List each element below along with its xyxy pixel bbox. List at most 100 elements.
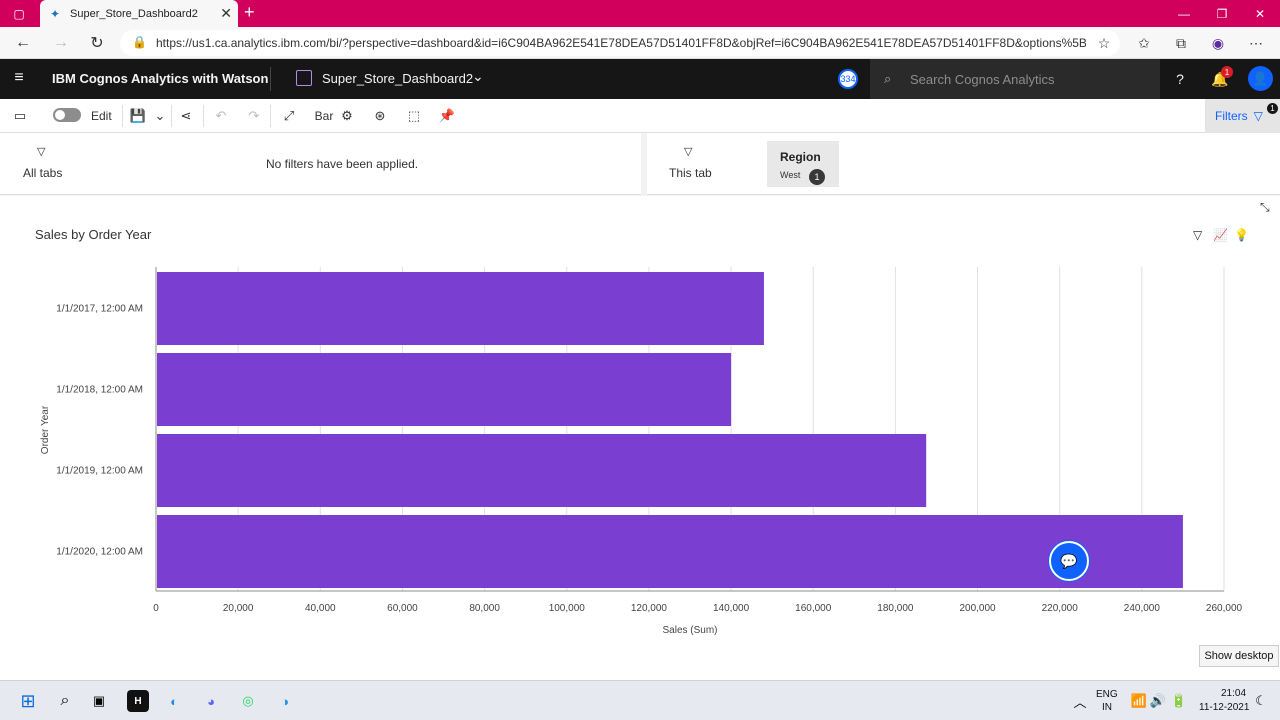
edge-icon[interactable]: ◐: [163, 690, 185, 712]
language-top[interactable]: ENG: [1096, 689, 1118, 700]
windows-start-icon[interactable]: ⊞: [17, 690, 39, 712]
refresh-icon[interactable]: ↻: [86, 32, 108, 54]
favorites-icon[interactable]: ✩: [1133, 32, 1155, 54]
filter-bar-icon[interactable]: ⚙: [337, 106, 357, 126]
x-tick-label: 40,000: [305, 603, 336, 614]
header-divider: [270, 67, 271, 91]
clock-date[interactable]: 11-12-2021: [1199, 702, 1249, 713]
y-axis-label: Order Year: [40, 405, 51, 454]
search-input[interactable]: ⌕ Search Cognos Analytics: [870, 59, 1160, 99]
x-tick-label: 80,000: [469, 603, 500, 614]
bar[interactable]: [157, 434, 927, 507]
chevron-down-icon[interactable]: ⌄: [472, 68, 484, 85]
notifications-badge: 1: [1221, 66, 1233, 78]
dashboard-toolbar: ▭ Edit 💾 ⌄ ⋖ ↶ ↷ ⤢ Bar ⚙ ⊛ ⬚ 📌 Filters ▽…: [0, 99, 1280, 133]
browser-tab-strip: ▢ ✦ Super_Store_Dashboard2 ✕ + — ❐ ✕: [0, 0, 1280, 27]
search-icon: ⌕: [884, 71, 892, 86]
filter-pane-divider[interactable]: [641, 133, 647, 195]
save-chevron-icon[interactable]: ⌄: [150, 106, 170, 126]
toolbar-divider: [203, 105, 204, 127]
language-bottom[interactable]: IN: [1102, 702, 1112, 713]
x-tick-label: 260,000: [1206, 603, 1243, 614]
x-tick-label: 220,000: [1042, 603, 1079, 614]
edit-toggle[interactable]: [53, 108, 81, 122]
back-icon[interactable]: ←: [12, 32, 34, 54]
bar[interactable]: [157, 515, 1183, 588]
forward-icon[interactable]: →: [50, 32, 72, 54]
viz-type-button[interactable]: Bar: [314, 106, 334, 126]
filter-area: ▽ All tabs No filters have been applied.…: [0, 133, 1280, 195]
undo-icon[interactable]: ↶: [211, 106, 231, 126]
address-bar-row: ← → ↻ 🔒 https://us1.ca.analytics.ibm.com…: [0, 27, 1280, 59]
minimize-icon[interactable]: —: [1165, 0, 1203, 27]
cognos-favicon-icon: ✦: [50, 6, 61, 21]
bar[interactable]: [157, 272, 764, 345]
whatsapp-icon[interactable]: ◎: [237, 690, 259, 712]
region-filter-label: Region: [780, 150, 821, 164]
task-view-icon[interactable]: ▣: [88, 690, 110, 712]
dashboard-title[interactable]: Super_Store_Dashboard2: [322, 71, 473, 86]
edit-label: Edit: [91, 109, 112, 123]
x-tick-label: 20,000: [223, 603, 254, 614]
hamburger-menu-icon[interactable]: ≡: [8, 67, 30, 89]
close-tab-icon[interactable]: ✕: [220, 5, 232, 22]
toolbar-divider: [270, 105, 271, 127]
edge-active-icon[interactable]: ◑: [274, 690, 296, 712]
filters-button[interactable]: Filters ▽ 1: [1205, 99, 1280, 133]
help-icon[interactable]: ?: [1169, 68, 1191, 90]
profile-icon[interactable]: ◉: [1207, 32, 1229, 54]
pin-icon[interactable]: 📌: [437, 106, 457, 126]
x-axis-label: Sales (Sum): [662, 625, 717, 636]
chat-icon[interactable]: 💬: [1049, 541, 1089, 581]
new-tab-icon[interactable]: +: [244, 2, 264, 23]
toolbar-divider: [171, 105, 172, 127]
no-filters-text: No filters have been applied.: [266, 157, 419, 171]
region-filter-count: 1: [809, 169, 825, 185]
search-taskbar-icon[interactable]: ⌕: [54, 690, 76, 712]
x-tick-label: 100,000: [549, 603, 586, 614]
share-icon[interactable]: ⋖: [176, 106, 196, 126]
palette-icon[interactable]: ⊛: [370, 106, 390, 126]
show-desktop-tooltip: Show desktop: [1199, 645, 1279, 667]
tray-chevron-icon[interactable]: ︿: [1069, 690, 1091, 712]
browser-tab[interactable]: ✦ Super_Store_Dashboard2 ✕: [40, 0, 238, 27]
clock-time[interactable]: 21:04: [1221, 688, 1246, 699]
tab-actions-icon[interactable]: ▢: [0, 0, 38, 27]
filters-badge: 1: [1267, 103, 1278, 114]
select-icon[interactable]: ⬚: [404, 106, 424, 126]
favorite-star-icon[interactable]: ☆: [1093, 32, 1115, 54]
chart-panel: ⤡ Sales by Order Year ▽ 📈 💡 1/1/2017, 12…: [0, 196, 1280, 680]
redo-icon[interactable]: ↷: [244, 106, 264, 126]
bar-chart: 1/1/2017, 12:00 AM 1/1/2018, 12:00 AM 1/1/…: [40, 267, 1243, 636]
more-icon[interactable]: ⋯: [1245, 32, 1267, 54]
app-brand: IBM Cognos Analytics with Watson: [52, 71, 269, 86]
region-filter-chip[interactable]: Region West 1: [767, 141, 839, 187]
avatar[interactable]: 👤: [1248, 66, 1273, 91]
url-field[interactable]: 🔒 https://us1.ca.analytics.ibm.com/bi/?p…: [120, 30, 1120, 56]
x-tick-label: 200,000: [959, 603, 996, 614]
x-tick-label: 0: [153, 603, 159, 614]
x-tick-label: 180,000: [877, 603, 914, 614]
x-tick-label: 120,000: [631, 603, 668, 614]
battery-icon[interactable]: 🔋: [1168, 690, 1190, 712]
filters-label: Filters: [1215, 109, 1248, 123]
focus-moon-icon[interactable]: ☾: [1250, 690, 1272, 712]
save-icon[interactable]: 💾: [128, 106, 148, 126]
user-count-badge[interactable]: 334: [838, 69, 858, 89]
comment-icon[interactable]: ▭: [10, 106, 30, 126]
x-tick-label: 140,000: [713, 603, 750, 614]
this-tab-label: This tab: [669, 166, 712, 180]
collections-icon[interactable]: ⧉: [1170, 32, 1192, 54]
restore-icon[interactable]: ❐: [1203, 0, 1241, 27]
app-h-icon[interactable]: H: [127, 690, 149, 712]
y-tick-label: 1/1/2017, 12:00 AM: [56, 304, 143, 315]
taskbar: ⊞ ⌕ ▣ H ◐ ◕ ◎ ◑ ︿ ENG IN 📶 🔊 🔋 21:04 11-…: [0, 680, 1280, 720]
volume-icon[interactable]: 🔊: [1147, 690, 1169, 712]
bar[interactable]: [157, 353, 732, 426]
expand-icon[interactable]: ⤢: [279, 106, 299, 126]
close-window-icon[interactable]: ✕: [1241, 0, 1279, 27]
url-text: https://us1.ca.analytics.ibm.com/bi/?per…: [156, 36, 1086, 50]
this-tab-filter-icon[interactable]: ▽: [684, 145, 692, 158]
all-tabs-filter-icon[interactable]: ▽: [37, 145, 45, 158]
discord-icon[interactable]: ◕: [200, 690, 222, 712]
